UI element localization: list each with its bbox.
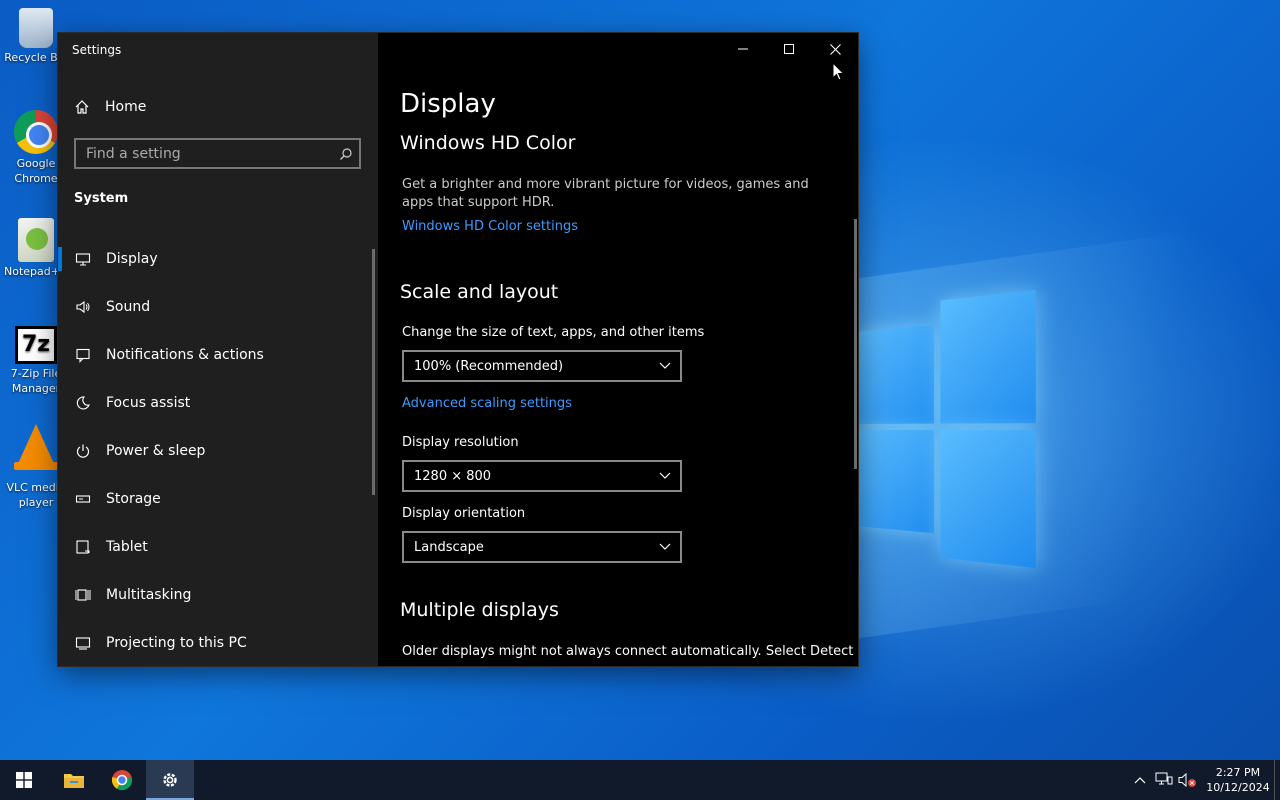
projector-icon (73, 633, 93, 653)
multiple-displays-description: Older displays might not always connect … (402, 643, 842, 661)
sidebar-item-power-sleep[interactable]: Power & sleep (58, 427, 378, 475)
sidebar-item-label: Sound (106, 299, 150, 315)
notepad-plus-plus-icon (18, 218, 54, 262)
taskbar-settings[interactable] (146, 760, 194, 800)
sidebar-scrollbar[interactable] (372, 249, 375, 495)
clock[interactable]: 2:27 PM 10/12/2024 (1204, 765, 1272, 795)
sidebar-item-label: Projecting to this PC (106, 635, 247, 651)
caption-buttons (720, 33, 858, 65)
maximize-icon (784, 44, 794, 54)
hdr-heading: Windows HD Color (400, 132, 575, 154)
clock-date: 10/12/2024 (1204, 780, 1272, 795)
sidebar-item-storage[interactable]: Storage (58, 475, 378, 523)
tray-volume[interactable] (1176, 760, 1200, 800)
volume-muted-icon (1178, 772, 1198, 788)
clock-time: 2:27 PM (1204, 765, 1272, 780)
taskbar-chrome[interactable] (98, 760, 146, 800)
sidebar-item-sound[interactable]: Sound (58, 283, 378, 331)
sidebar-item-tablet[interactable]: Tablet (58, 523, 378, 571)
chevron-down-icon (650, 362, 680, 370)
chevron-down-icon (650, 472, 680, 480)
sidebar-item-label: Display (106, 251, 158, 267)
chrome-icon (14, 110, 58, 154)
orientation-value: Landscape (414, 540, 650, 555)
sidebar-item-label: Focus assist (106, 395, 190, 411)
sidebar-item-multitasking[interactable]: Multitasking (58, 571, 378, 619)
monitor-icon (73, 249, 93, 269)
multitasking-icon (73, 585, 93, 605)
7zip-icon: 7z (15, 326, 57, 364)
chrome-icon (111, 769, 133, 791)
windows-logo-wallpaper (855, 290, 1036, 568)
tray-overflow-button[interactable] (1128, 760, 1152, 800)
scale-heading: Scale and layout (400, 281, 558, 303)
advanced-scaling-link[interactable]: Advanced scaling settings (402, 396, 572, 411)
taskbar: 2:27 PM 10/12/2024 (0, 760, 1280, 800)
moon-icon (73, 393, 93, 413)
search-input[interactable] (76, 146, 333, 162)
tablet-icon (73, 537, 93, 557)
storage-icon (73, 489, 93, 509)
multiple-displays-heading: Multiple displays (400, 599, 559, 621)
mouse-cursor-icon (832, 62, 846, 82)
chevron-up-icon (1134, 776, 1146, 784)
resolution-dropdown[interactable]: 1280 × 800 (402, 460, 682, 492)
sidebar-item-label: Tablet (106, 539, 148, 555)
resolution-value: 1280 × 800 (414, 469, 650, 484)
sidebar-item-label: Power & sleep (106, 443, 205, 459)
minimize-button[interactable] (720, 33, 766, 65)
minimize-icon (738, 44, 748, 54)
recycle-bin-icon (19, 8, 53, 48)
orientation-label: Display orientation (402, 506, 525, 521)
vlc-icon (16, 424, 56, 468)
close-button[interactable] (812, 33, 858, 65)
resolution-label: Display resolution (402, 435, 519, 450)
settings-window: Settings Home System Display (58, 33, 858, 666)
sidebar-item-projecting[interactable]: Projecting to this PC (58, 619, 378, 666)
orientation-dropdown[interactable]: Landscape (402, 531, 682, 563)
system-tray: 2:27 PM 10/12/2024 (1128, 760, 1280, 800)
close-icon (830, 44, 841, 55)
main-content: Display Windows HD Color Get a brighter … (378, 33, 858, 666)
show-desktop-button[interactable] (1274, 760, 1280, 800)
scale-size-label: Change the size of text, apps, and other… (402, 325, 704, 340)
hdr-settings-link[interactable]: Windows HD Color settings (402, 219, 578, 234)
scale-size-dropdown[interactable]: 100% (Recommended) (402, 350, 682, 382)
maximize-button[interactable] (766, 33, 812, 65)
windows-start-icon (16, 772, 32, 788)
sidebar: Settings Home System Display (58, 33, 378, 666)
scale-size-value: 100% (Recommended) (414, 359, 650, 374)
folder-icon (63, 771, 85, 789)
sidebar-item-label: Multitasking (106, 587, 191, 603)
gear-icon (160, 770, 180, 790)
network-icon (1155, 772, 1173, 788)
taskbar-file-explorer[interactable] (50, 760, 98, 800)
power-icon (73, 441, 93, 461)
sidebar-home[interactable]: Home (72, 95, 352, 119)
tray-network[interactable] (1152, 760, 1176, 800)
home-icon (72, 97, 92, 117)
sidebar-item-display[interactable]: Display (58, 235, 378, 283)
sidebar-item-focus-assist[interactable]: Focus assist (58, 379, 378, 427)
search-box[interactable] (74, 138, 361, 169)
window-title: Settings (72, 43, 121, 57)
speaker-icon (73, 297, 93, 317)
main-scrollbar[interactable] (854, 219, 857, 469)
page-title: Display (400, 89, 496, 119)
search-icon[interactable] (333, 147, 359, 161)
hdr-description: Get a brighter and more vibrant picture … (402, 176, 842, 212)
sidebar-item-notifications[interactable]: Notifications & actions (58, 331, 378, 379)
sidebar-item-label: Notifications & actions (106, 347, 264, 363)
home-label: Home (105, 99, 146, 115)
sidebar-item-label: Storage (106, 491, 161, 507)
chevron-down-icon (650, 543, 680, 551)
notification-icon (73, 345, 93, 365)
section-label-system: System (74, 191, 128, 206)
sidebar-nav: Display Sound Notifications & actions Fo… (58, 235, 378, 666)
start-button[interactable] (0, 760, 48, 800)
